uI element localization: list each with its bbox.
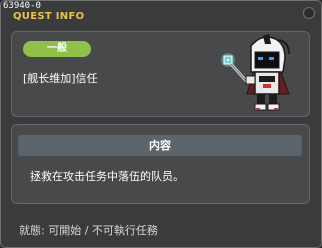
content-header: 内容 <box>18 135 302 156</box>
npc-portrait-icon <box>221 34 290 111</box>
window-title: QUEST INFO <box>13 11 85 22</box>
quest-id: 63940-0 <box>3 1 41 11</box>
quest-info-window: 63940-0 QUEST INFO 一般 [舰长维加]信任 内容 拯救在攻击任… <box>0 0 322 248</box>
quest-summary-panel: 一般 [舰长维加]信任 <box>11 31 310 117</box>
close-icon[interactable] <box>303 7 315 19</box>
quest-name: [舰长维加]信任 <box>23 72 98 85</box>
quest-status: 就態: 可開始 / 不可執行任務 <box>19 224 158 237</box>
quest-content-panel: 内容 拯救在攻击任务中落伍的队员。 <box>11 124 310 204</box>
content-text: 拯救在攻击任务中落伍的队员。 <box>30 170 184 183</box>
quest-category-badge: 一般 <box>23 41 91 57</box>
